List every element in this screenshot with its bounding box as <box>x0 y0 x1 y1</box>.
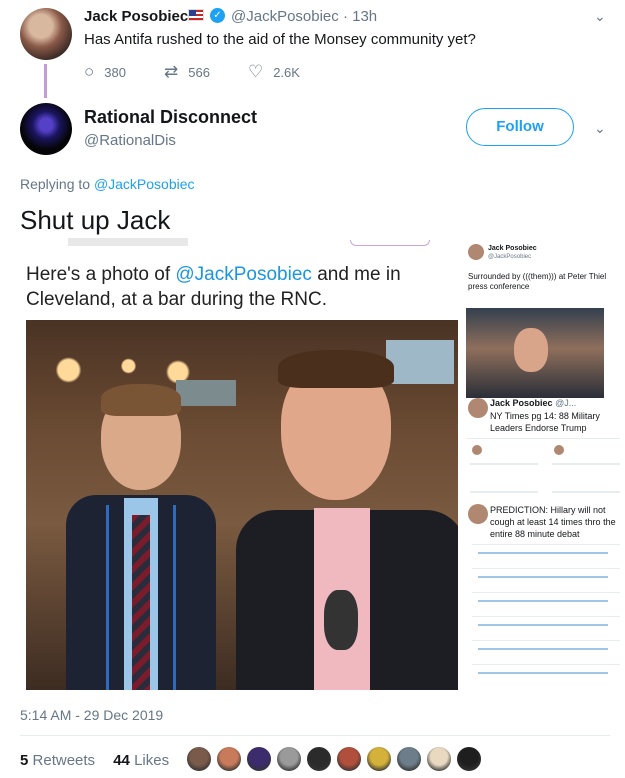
side-tweet-text: NY Times pg 14: 88 Military Leaders Endo… <box>490 411 600 433</box>
avatar[interactable] <box>20 103 72 155</box>
side-tweet-row <box>472 640 620 658</box>
side-tweet-row <box>472 544 620 562</box>
side-author-name: Jack Posobiec <box>488 245 537 252</box>
thread-connector <box>44 64 47 98</box>
side-tweet-row <box>472 664 620 682</box>
parent-handle-text[interactable]: @JackPosobiec <box>231 8 339 25</box>
parent-timestamp[interactable]: 13h <box>352 8 377 25</box>
retweets-stat[interactable]: 5 Retweets <box>20 752 95 769</box>
verified-badge-icon: ✓ <box>210 8 225 23</box>
like-button[interactable]: ♡ 2.6K <box>248 62 300 82</box>
retweet-count: 566 <box>188 64 210 80</box>
mini-card-text <box>470 463 538 493</box>
liker-avatar[interactable] <box>456 746 482 772</box>
retweet-button[interactable]: ⇄ 566 <box>164 62 210 82</box>
avatar[interactable] <box>20 8 72 60</box>
tweet-text: Shut up Jack <box>20 205 171 235</box>
reply-count: 380 <box>104 64 126 80</box>
liker-avatar[interactable] <box>276 746 302 772</box>
side-handle-text: @J... <box>555 398 577 408</box>
side-tweet-text: Surrounded by (((them))) at Peter Thiel … <box>468 272 607 291</box>
media-left-panel: Here's a photo of @JackPosobiec and me i… <box>20 238 460 696</box>
chevron-down-icon[interactable]: ⌄ <box>594 120 606 137</box>
author-handle[interactable]: @RationalDis <box>84 132 176 149</box>
retweets-label: Retweets <box>32 752 96 769</box>
hair <box>101 384 181 416</box>
parent-author-handle[interactable]: @JackPosobiec · 13h <box>231 8 377 25</box>
liker-avatars <box>186 746 486 772</box>
hair <box>278 350 394 388</box>
follow-button[interactable]: Follow <box>466 108 574 146</box>
retweets-count: 5 <box>20 752 29 769</box>
tweet-timestamp[interactable]: 5:14 AM - 29 Dec 2019 <box>20 707 163 723</box>
side-author-name: Jack Posobiec @J... <box>490 398 576 408</box>
tweet-media-image[interactable]: Here's a photo of @JackPosobiec and me i… <box>20 238 620 696</box>
caption-mention: @JackPosobiec <box>175 264 312 285</box>
liker-avatar[interactable] <box>186 746 212 772</box>
liker-avatar[interactable] <box>336 746 362 772</box>
cropped-button <box>350 240 430 246</box>
caption-prefix: Here's a photo of <box>26 264 171 285</box>
lanyard <box>106 505 176 690</box>
person-left <box>66 384 216 690</box>
liker-avatar[interactable] <box>426 746 452 772</box>
liker-avatar[interactable] <box>306 746 332 772</box>
parent-author-name[interactable]: Jack Posobiec <box>84 8 188 25</box>
heart-icon: ♡ <box>247 62 264 81</box>
replying-prefix: Replying to <box>20 176 91 192</box>
media-caption: Here's a photo of @JackPosobiec and me i… <box>26 262 456 312</box>
bar-lights <box>46 350 196 390</box>
avatar <box>468 504 488 524</box>
liker-avatar[interactable] <box>396 746 422 772</box>
side-photo <box>466 308 604 398</box>
replying-mention-link[interactable]: @JackPosobiec <box>94 176 195 192</box>
parent-tweet[interactable]: Jack Posobiec ✓ @JackPosobiec · 13h ⌄ Ha… <box>0 0 625 100</box>
avatar <box>472 445 482 455</box>
person-right <box>236 350 458 690</box>
likes-count: 44 <box>113 752 130 769</box>
us-flag-icon <box>188 9 204 21</box>
author-name[interactable]: Rational Disconnect <box>84 107 257 128</box>
chevron-down-icon[interactable]: ⌄ <box>594 8 606 25</box>
side-tweet-row <box>472 616 620 634</box>
divider <box>20 735 610 736</box>
cropped-header <box>68 238 188 246</box>
parent-actions: ○ 380 ⇄ 566 ♡ 2.6K <box>84 62 338 82</box>
retweet-icon: ⇄ <box>163 62 179 81</box>
liker-avatar[interactable] <box>246 746 272 772</box>
sunglasses <box>324 590 358 650</box>
side-tweet-text: PREDICTION: Hillary will not cough at le… <box>490 505 616 539</box>
avatar <box>554 445 564 455</box>
side-author-handle: @JackPosobiec <box>488 254 532 260</box>
replying-to: Replying to @JackPosobiec <box>20 176 195 192</box>
tweet-stats: 5 Retweets 44 Likes <box>20 752 169 769</box>
media-right-panel: Jack Posobiec @JackPosobiec Surrounded b… <box>466 238 620 696</box>
reply-button[interactable]: ○ 380 <box>84 62 126 82</box>
like-count: 2.6K <box>273 64 300 80</box>
side-tweet-row <box>472 592 620 610</box>
liker-avatar[interactable] <box>366 746 392 772</box>
likes-label: Likes <box>134 752 170 769</box>
mini-card-text <box>552 463 620 493</box>
bar-photo <box>26 320 458 690</box>
reply-icon: ○ <box>84 62 95 81</box>
avatar <box>468 398 488 418</box>
avatar <box>468 244 484 260</box>
side-tweet-row <box>472 568 620 586</box>
liker-avatar[interactable] <box>216 746 242 772</box>
side-name-text: Jack Posobiec <box>490 398 553 408</box>
parent-tweet-text: Has Antifa rushed to the aid of the Mons… <box>84 31 476 48</box>
likes-stat[interactable]: 44 Likes <box>113 752 169 769</box>
side-mini-cards <box>466 438 620 500</box>
